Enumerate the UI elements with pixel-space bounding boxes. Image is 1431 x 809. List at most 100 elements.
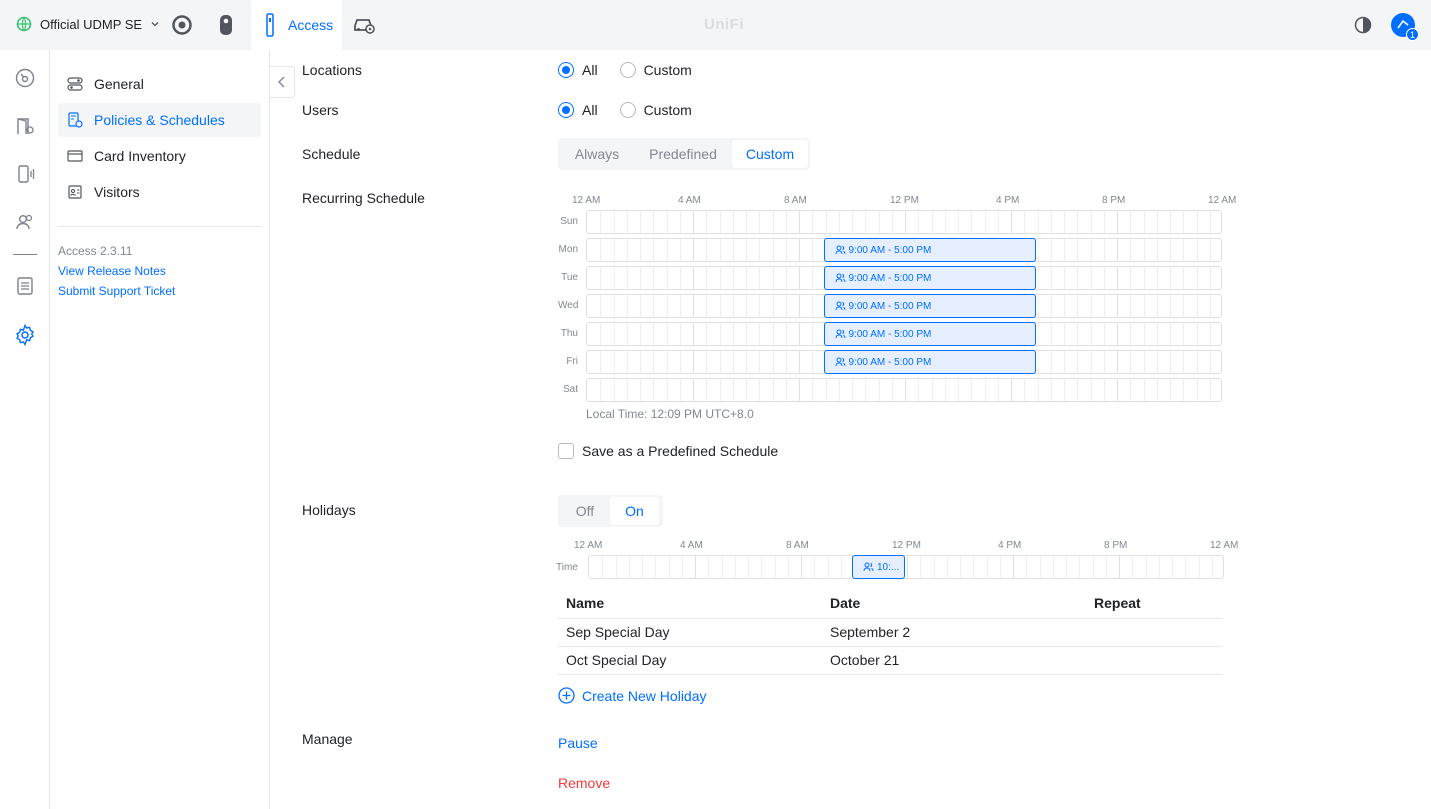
users-custom-label[interactable]: Custom [644, 102, 692, 118]
holidays-option-off[interactable]: Off [560, 497, 610, 525]
device-icon[interactable] [14, 163, 36, 185]
grid-line [825, 379, 827, 401]
locations-all-label[interactable]: All [582, 62, 598, 78]
holiday-time-track[interactable] [588, 555, 1224, 579]
theme-toggle-icon[interactable] [1351, 13, 1375, 37]
grid-line [1130, 379, 1132, 401]
grid-line [1077, 267, 1079, 289]
hour-tick-label: 12 AM [572, 195, 601, 206]
grid-line [653, 323, 655, 345]
schedule-block[interactable]: 9:00 AM - 5:00 PM [823, 266, 1036, 290]
schedule-option-custom[interactable]: Custom [732, 140, 808, 168]
table-row[interactable]: Oct Special Day October 21 [558, 647, 1222, 675]
schedule-block[interactable]: 9:00 AM - 5:00 PM [823, 294, 1036, 318]
locations-custom-label[interactable]: Custom [644, 62, 692, 78]
pause-button[interactable]: Pause [558, 735, 598, 751]
access-app-tab[interactable]: Access [251, 0, 342, 50]
holidays-option-on[interactable]: On [610, 497, 659, 525]
holidays-label: Holidays [302, 502, 356, 518]
talk-app-icon[interactable] [214, 13, 238, 37]
grid-line [1103, 351, 1105, 373]
support-ticket-link[interactable]: Submit Support Ticket [58, 284, 175, 298]
grid-line [960, 556, 961, 578]
locations-custom-radio[interactable] [619, 62, 636, 78]
remove-button[interactable]: Remove [558, 775, 610, 791]
release-notes-link[interactable]: View Release Notes [58, 264, 166, 278]
table-row[interactable]: Sep Special Day September 2 [558, 619, 1222, 647]
users-icon[interactable] [14, 211, 36, 233]
settings-gear-icon[interactable] [14, 324, 36, 346]
schedule-block[interactable]: 9:00 AM - 5:00 PM [823, 350, 1036, 374]
grid-line [1050, 351, 1052, 373]
grid-line [814, 556, 816, 578]
nav-item-policies-schedules[interactable]: Policies & Schedules [58, 103, 261, 137]
holiday-time-block[interactable]: 10:... [852, 555, 905, 579]
grid-line [693, 239, 694, 261]
door-icon[interactable] [14, 115, 36, 137]
grid-line [600, 295, 602, 317]
grid-line [812, 239, 814, 261]
users-all-label[interactable]: All [582, 102, 598, 118]
site-selector[interactable]: Official UDMP SE [16, 16, 160, 32]
schedule-block[interactable]: 9:00 AM - 5:00 PM [823, 238, 1036, 262]
grid-line [602, 556, 604, 578]
grid-line [759, 267, 761, 289]
app-rail [0, 50, 50, 809]
grid-line [1170, 239, 1171, 261]
users-small-icon [835, 245, 845, 255]
schedule-label: Schedule [302, 146, 361, 162]
save-predefined-label[interactable]: Save as a Predefined Schedule [582, 443, 778, 459]
grid-line [785, 211, 787, 233]
grid-line [852, 379, 853, 401]
day-schedule-track[interactable] [586, 378, 1222, 402]
grid-line [1209, 267, 1211, 289]
collapse-sidebar-button[interactable] [270, 66, 295, 98]
hour-tick-label: 12 PM [892, 540, 921, 551]
hour-tick-label: 8 AM [786, 540, 809, 551]
protect-app-icon[interactable] [170, 13, 194, 37]
grid-line [746, 295, 747, 317]
grid-line [681, 556, 683, 578]
grid-line [785, 267, 787, 289]
grid-line [1145, 556, 1147, 578]
grid-line [640, 267, 641, 289]
grid-line [1156, 267, 1158, 289]
grid-line [1092, 556, 1094, 578]
grid-line [772, 379, 774, 401]
grid-line [719, 379, 721, 401]
visitor-badge-icon [68, 185, 82, 199]
nav-item-card-inventory[interactable]: Card Inventory [58, 139, 261, 173]
schedule-option-always[interactable]: Always [560, 140, 634, 168]
grid-line [1064, 211, 1065, 233]
grid-line [838, 379, 840, 401]
grid-line [613, 267, 615, 289]
users-custom-radio[interactable] [619, 102, 636, 118]
nav-label-card-inventory: Card Inventory [94, 148, 186, 164]
day-schedule-track[interactable] [586, 210, 1222, 234]
grid-line [799, 267, 800, 289]
create-holiday-button[interactable]: Create New Holiday [558, 687, 707, 704]
grid-line [719, 239, 721, 261]
grid-line [907, 556, 908, 578]
grid-line [732, 295, 734, 317]
grid-line [759, 323, 761, 345]
holidays-table: Name Date Repeat Sep Special Day Septemb… [558, 590, 1222, 675]
grid-line [732, 379, 734, 401]
logs-icon[interactable] [14, 275, 36, 297]
nav-item-general[interactable]: General [58, 67, 261, 101]
grid-line [785, 323, 787, 345]
schedule-option-predefined[interactable]: Predefined [634, 140, 732, 168]
grid-line [799, 351, 800, 373]
dashboard-icon[interactable] [14, 67, 36, 89]
grid-line [958, 211, 959, 233]
vehicle-settings-icon[interactable] [352, 13, 378, 37]
grid-line [812, 267, 814, 289]
nav-item-visitors[interactable]: Visitors [58, 175, 261, 209]
locations-all-radio[interactable] [558, 62, 574, 78]
save-predefined-checkbox[interactable] [558, 443, 574, 459]
users-all-radio[interactable] [558, 102, 574, 118]
grid-line [655, 556, 657, 578]
schedule-block[interactable]: 9:00 AM - 5:00 PM [823, 322, 1036, 346]
grid-line [1211, 556, 1213, 578]
hour-tick-label: 4 PM [996, 195, 1020, 206]
